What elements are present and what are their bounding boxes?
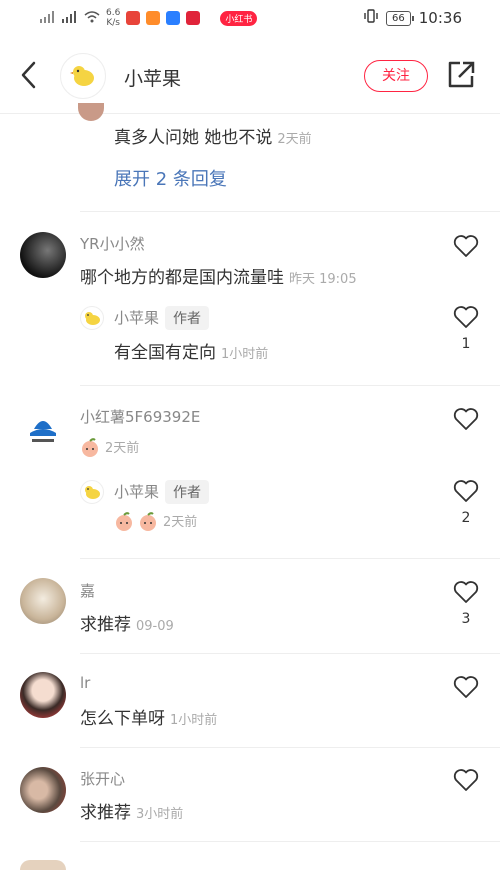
commenter-name[interactable]: lr [80, 674, 90, 692]
comment-time: 3小时前 [136, 807, 184, 822]
comment-time: 09-09 [136, 619, 174, 634]
clock: 10:36 [418, 9, 462, 27]
avatar[interactable] [20, 860, 66, 870]
comment-text: 求推荐 [80, 615, 131, 635]
author-reply-header: 小苹果 作者 [114, 480, 210, 504]
comment-text: 哪个地方的都是国内流量哇 [80, 268, 284, 288]
divider [80, 747, 500, 748]
author-name[interactable]: 小苹果 [124, 64, 181, 91]
reply-time: 1小时前 [221, 347, 269, 362]
comment-time: 昨天 19:05 [289, 272, 357, 287]
divider [80, 558, 500, 559]
signal-icon [40, 10, 56, 26]
network-speed: 6.6 K/s [106, 8, 121, 28]
duck-icon [85, 486, 100, 499]
author-reply-body[interactable]: 2天前 [114, 511, 197, 532]
like-heart-icon[interactable] [453, 675, 479, 703]
avatar[interactable] [20, 232, 66, 278]
signal-icon-2 [62, 10, 78, 26]
reply-row[interactable]: 真多人问她 她也不说 2天前 [114, 123, 312, 148]
author-reply-body[interactable]: 有全国有定向 1小时前 [114, 338, 268, 363]
xhs-pill: 小红书 [220, 10, 258, 26]
comment-body[interactable]: 2天前 [80, 437, 139, 458]
reply-avatar[interactable] [78, 103, 104, 121]
reply-author-name[interactable]: 小苹果 [114, 483, 159, 501]
like-count: 3 [461, 611, 471, 627]
comment-time: 1小时前 [170, 713, 218, 728]
comment-body[interactable]: 怎么下单呀 1小时前 [80, 704, 217, 729]
duck-icon [85, 312, 100, 325]
divider [80, 385, 500, 386]
app-icon-2 [146, 11, 161, 25]
like-heart-icon[interactable] [453, 305, 479, 333]
battery-indicator: 66 [386, 10, 414, 26]
like-count: 2 [461, 510, 471, 526]
like-heart-icon[interactable] [453, 234, 479, 262]
avatar[interactable] [20, 672, 66, 718]
author-reply-header: 小苹果 作者 [114, 306, 210, 330]
reply-time: 2天前 [163, 515, 198, 530]
like-heart-icon[interactable] [453, 407, 479, 435]
logo-icon [30, 421, 56, 442]
vibrate-icon [364, 9, 378, 27]
comment-body[interactable]: 哪个地方的都是国内流量哇 昨天 19:05 [80, 263, 357, 288]
commenter-name[interactable]: 小红薯5F69392E [80, 406, 200, 427]
peach-emoji-icon [80, 437, 100, 458]
follow-button[interactable]: 关注 [364, 60, 428, 92]
divider [80, 653, 500, 654]
comment-text: 怎么下单呀 [80, 709, 165, 729]
like-heart-icon[interactable] [453, 768, 479, 796]
status-bar: 6.6 K/s 小红书 66 10:36 [0, 0, 500, 40]
like-heart-icon[interactable] [453, 580, 479, 608]
app-icon-4 [186, 11, 201, 25]
app-icon-1 [126, 11, 141, 25]
share-icon[interactable] [446, 60, 476, 94]
author-reply-avatar[interactable] [80, 306, 104, 330]
peach-emoji-icon [114, 511, 134, 532]
like-heart-icon[interactable] [453, 479, 479, 507]
avatar[interactable] [20, 405, 66, 451]
peach-emoji-icon [138, 511, 158, 532]
reply-author-name[interactable]: 小苹果 [114, 309, 159, 327]
expand-replies-link[interactable]: 展开 2 条回复 [114, 165, 227, 191]
reply-text: 有全国有定向 [114, 343, 216, 363]
reply-text: 真多人问她 她也不说 [114, 128, 273, 148]
duck-icon [70, 66, 94, 86]
commenter-name[interactable]: 张开心 [80, 768, 125, 789]
comment-body[interactable]: 求推荐 09-09 [80, 610, 174, 635]
commenter-name[interactable]: 嘉 [80, 580, 95, 601]
comment-body[interactable]: 求推荐 3小时前 [80, 798, 183, 823]
reply-time: 2天前 [277, 132, 312, 147]
wifi-icon [84, 10, 100, 26]
author-reply-avatar[interactable] [80, 480, 104, 504]
nav-bar: 小苹果 关注 [0, 40, 500, 114]
commenter-name[interactable]: YR小小然 [80, 233, 145, 254]
author-tag: 作者 [165, 480, 210, 504]
divider [80, 841, 500, 842]
author-tag: 作者 [165, 306, 210, 330]
comment-text: 求推荐 [80, 803, 131, 823]
comment-time: 2天前 [105, 441, 140, 456]
back-arrow-icon[interactable] [18, 60, 38, 94]
divider [80, 211, 500, 212]
like-count: 1 [461, 336, 471, 352]
app-icon-3 [166, 11, 181, 25]
author-avatar[interactable] [60, 53, 106, 99]
avatar[interactable] [20, 767, 66, 813]
avatar[interactable] [20, 578, 66, 624]
